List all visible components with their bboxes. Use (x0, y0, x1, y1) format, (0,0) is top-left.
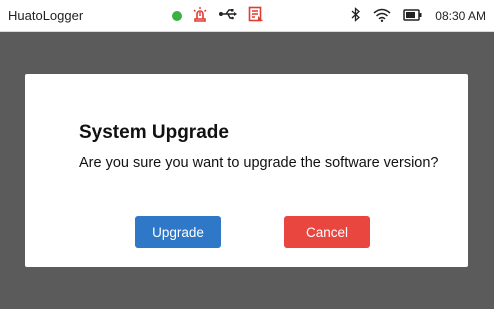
upgrade-button[interactable]: Upgrade (135, 216, 221, 248)
wifi-icon (373, 8, 391, 25)
bluetooth-icon (351, 7, 361, 25)
status-bar: HuatoLogger 08:30 AM (0, 0, 494, 32)
upgrade-dialog: System Upgrade Are you sure you want to … (25, 74, 468, 267)
clock-time: 08:30 AM (435, 9, 486, 23)
status-icons-center (172, 6, 264, 26)
app-title: HuatoLogger (8, 8, 84, 23)
alarm-icon (192, 6, 208, 27)
battery-icon (403, 8, 423, 24)
status-dot-icon (172, 11, 182, 21)
dialog-title: System Upgrade (79, 122, 229, 143)
dialog-message: Are you sure you want to upgrade the sof… (79, 155, 439, 171)
status-icons-right: 08:30 AM (351, 6, 486, 26)
cancel-button[interactable]: Cancel (284, 216, 370, 248)
report-icon (248, 6, 264, 27)
usb-icon (218, 7, 238, 25)
